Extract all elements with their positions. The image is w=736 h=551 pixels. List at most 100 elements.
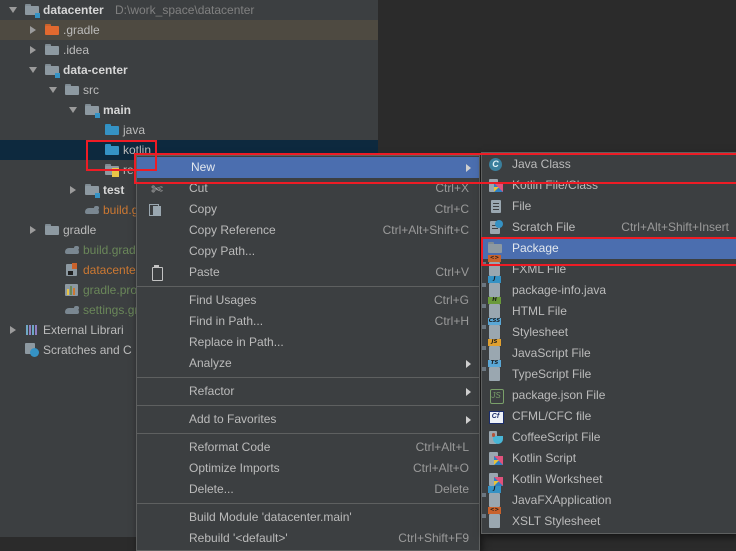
submenu-item-label: Stylesheet — [512, 322, 568, 343]
submenu-item-label: Java Class — [512, 154, 571, 175]
menu-item-find-in-path[interactable]: Find in Path...Ctrl+H — [137, 311, 479, 332]
menu-item-shortcut: Ctrl+H — [435, 311, 469, 332]
chevron-down-icon[interactable] — [8, 0, 19, 20]
submenu-item-label: CoffeeScript File — [512, 427, 600, 448]
menu-item-paste[interactable]: PasteCtrl+V — [137, 262, 479, 283]
menu-item-reformat-code[interactable]: Reformat CodeCtrl+Alt+L — [137, 437, 479, 458]
submenu-item-java-class[interactable]: CJava Class — [482, 154, 736, 175]
chevron-down-icon[interactable] — [28, 60, 39, 80]
resource-folder-icon — [105, 163, 119, 177]
tree-node-java[interactable]: java — [0, 120, 378, 140]
kotlin-script-icon — [488, 451, 504, 467]
gradle-file-icon — [65, 303, 79, 317]
tree-node-label: .gradle — [63, 20, 100, 40]
submenu-item-fxml-file[interactable]: <>FXML File — [482, 259, 736, 280]
menu-item-build-module-datacenter-main[interactable]: Build Module 'datacenter.main' — [137, 507, 479, 528]
tree-node--gradle[interactable]: .gradle — [0, 20, 378, 40]
submenu-item-scratch-file[interactable]: Scratch File Ctrl+Alt+Shift+Insert — [482, 217, 736, 238]
menu-separator — [137, 503, 479, 504]
iml-file-icon — [65, 263, 79, 277]
submenu-item-html-file[interactable]: HHTML File — [482, 301, 736, 322]
submenu-item-cfml-cfc-file[interactable]: CfCFML/CFC file — [482, 406, 736, 427]
submenu-item-label: package.json File — [512, 385, 605, 406]
chevron-right-icon — [466, 360, 471, 368]
submenu-item-label: CFML/CFC file — [512, 406, 591, 427]
menu-item-label: Copy Path... — [189, 241, 255, 262]
cut-icon: ✄ — [149, 181, 165, 197]
source-folder-icon — [105, 123, 119, 137]
orange-folder-icon — [45, 23, 59, 37]
menu-item-label: Find Usages — [189, 290, 256, 311]
submenu-item-stylesheet[interactable]: CSSStylesheet — [482, 322, 736, 343]
submenu-item-xslt-stylesheet[interactable]: <>XSLT Stylesheet — [482, 511, 736, 532]
menu-item-rebuild-default[interactable]: Rebuild '<default>' Ctrl+Shift+F9 — [137, 528, 479, 549]
scratches-icon — [25, 343, 39, 357]
chevron-right-icon[interactable] — [68, 180, 79, 200]
menu-item-copy-reference[interactable]: Copy ReferenceCtrl+Alt+Shift+C — [137, 220, 479, 241]
submenu-item-shortcut: Ctrl+Alt+Shift+Insert — [621, 217, 729, 238]
menu-separator — [137, 405, 479, 406]
properties-file-icon — [65, 283, 79, 297]
menu-item-replace-in-path[interactable]: Replace in Path... — [137, 332, 479, 353]
menu-item-label: Refactor — [189, 381, 234, 402]
submenu-item-kotlin-script[interactable]: Kotlin Script — [482, 448, 736, 469]
chevron-down-icon[interactable] — [68, 100, 79, 120]
submenu-item-label: Package — [512, 238, 559, 259]
menu-item-label: Copy — [189, 199, 217, 220]
menu-item-shortcut: Ctrl+Shift+F9 — [398, 528, 469, 549]
menu-item-add-to-favorites[interactable]: Add to Favorites — [137, 409, 479, 430]
submenu-item-package[interactable]: Package — [482, 238, 736, 259]
submenu-item-label: Kotlin Script — [512, 448, 576, 469]
submenu-item-label: Kotlin File/Class — [512, 175, 598, 196]
paste-icon — [149, 265, 165, 281]
menu-item-shortcut: Ctrl+Alt+Shift+C — [383, 220, 469, 241]
submenu-item-kotlin-file-class[interactable]: Kotlin File/Class — [482, 175, 736, 196]
chevron-right-icon[interactable] — [28, 40, 39, 60]
menu-item-label: Rebuild '<default>' — [189, 528, 288, 549]
menu-item-analyze[interactable]: Analyze — [137, 353, 479, 374]
submenu-item-label: JavaScript File — [512, 343, 591, 364]
submenu-item-javafxapplication[interactable]: JJavaFXApplication — [482, 490, 736, 511]
menu-item-cut[interactable]: ✄CutCtrl+X — [137, 178, 479, 199]
submenu-item-file[interactable]: File — [482, 196, 736, 217]
chevron-right-icon[interactable] — [8, 320, 19, 340]
chevron-right-icon[interactable] — [28, 220, 39, 240]
chevron-right-icon[interactable] — [28, 20, 39, 40]
submenu-item-coffeescript-file[interactable]: CoffeeScript File — [482, 427, 736, 448]
chevron-down-icon[interactable] — [48, 80, 59, 100]
menu-separator — [137, 286, 479, 287]
menu-item-refactor[interactable]: Refactor — [137, 381, 479, 402]
menu-item-copy[interactable]: CopyCtrl+C — [137, 199, 479, 220]
gradle-file-icon — [85, 203, 99, 217]
tree-node-data-center[interactable]: data-center — [0, 60, 378, 80]
copy-icon — [149, 202, 165, 218]
submenu-item-package-info-java[interactable]: Jpackage-info.java — [482, 280, 736, 301]
packagejson-file-icon: JS — [488, 388, 504, 404]
submenu-item-kotlin-worksheet[interactable]: Kotlin Worksheet — [482, 469, 736, 490]
context-menu[interactable]: New✄CutCtrl+XCopyCtrl+CCopy ReferenceCtr… — [136, 155, 480, 551]
submenu-item-typescript-file[interactable]: TSTypeScript File — [482, 364, 736, 385]
tree-node--idea[interactable]: .idea — [0, 40, 378, 60]
tree-node-label: .idea — [63, 40, 89, 60]
file-icon — [488, 199, 504, 215]
tree-node-datacenter[interactable]: datacenterD:\work_space\datacenter — [0, 0, 378, 20]
ts-file-icon: TS — [488, 367, 504, 383]
menu-item-label: Build Module 'datacenter.main' — [189, 507, 352, 528]
tree-node-src[interactable]: src — [0, 80, 378, 100]
menu-item-label: New — [191, 157, 215, 178]
menu-item-label: Cut — [189, 178, 208, 199]
submenu-item-label: Scratch File — [512, 217, 575, 238]
menu-item-find-usages[interactable]: Find UsagesCtrl+G — [137, 290, 479, 311]
tree-node-main[interactable]: main — [0, 100, 378, 120]
kotlin-file-icon — [488, 178, 504, 194]
menu-item-optimize-imports[interactable]: Optimize ImportsCtrl+Alt+O — [137, 458, 479, 479]
menu-item-label: Delete... — [189, 479, 234, 500]
menu-item-label: Replace in Path... — [189, 332, 284, 353]
menu-item-delete[interactable]: Delete...Delete — [137, 479, 479, 500]
menu-separator — [137, 433, 479, 434]
new-submenu[interactable]: CJava ClassKotlin File/ClassFileScratch … — [481, 152, 736, 534]
submenu-item-package-json-file[interactable]: JS package.json File — [482, 385, 736, 406]
menu-item-copy-path[interactable]: Copy Path... — [137, 241, 479, 262]
submenu-item-javascript-file[interactable]: JSJavaScript File — [482, 343, 736, 364]
menu-item-new[interactable]: New — [137, 157, 479, 178]
